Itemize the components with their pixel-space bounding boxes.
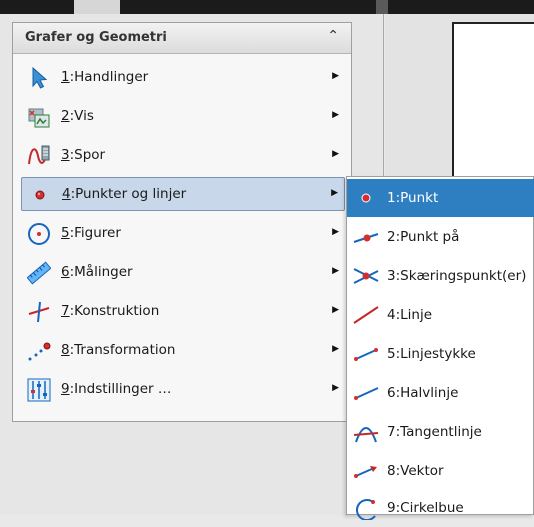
submenu-arrow-icon: ▶ xyxy=(332,305,339,315)
submenu-arrow-icon: ▶ xyxy=(332,71,339,81)
menu-item-spor[interactable]: 3:Spor ▶ xyxy=(21,139,345,173)
top-strip xyxy=(0,0,534,14)
points-lines-submenu: 1:Punkt 2:Punkt på 3:Skæringspunkt(er) 4… xyxy=(346,176,534,521)
submenu-item-punkt-pa[interactable]: 2:Punkt på xyxy=(347,218,534,256)
top-strip-scroll xyxy=(376,0,388,14)
trace-icon xyxy=(27,144,51,168)
menu-item-punkter-og-linjer[interactable]: 4:Punkter og linjer ▶ xyxy=(21,177,345,211)
top-strip-tab xyxy=(74,0,120,14)
submenu-item-label: 5:Linjestykke xyxy=(387,346,476,362)
submenu-item-label: 8:Vektor xyxy=(387,463,444,479)
view-icon xyxy=(27,105,51,129)
menu-item-label: 4:Punkter og linjer xyxy=(62,186,187,202)
point-on-icon xyxy=(353,225,379,249)
tangent-icon xyxy=(353,420,379,444)
line-icon xyxy=(353,303,379,327)
submenu-arrow-icon: ▶ xyxy=(332,383,339,393)
circle-shape-icon xyxy=(27,222,51,246)
ray-icon xyxy=(353,381,379,405)
submenu-item-halvlinje[interactable]: 6:Halvlinje xyxy=(347,374,534,412)
construction-icon xyxy=(27,300,51,324)
menu-item-malinger[interactable]: 6:Målinger ▶ xyxy=(21,256,345,290)
collapse-icon[interactable]: ⌃ xyxy=(327,28,339,44)
pointer-arrow-icon xyxy=(27,66,51,90)
segment-icon xyxy=(353,342,379,366)
submenu-item-cirkelbue[interactable]: 9:Cirkelbue xyxy=(347,489,534,527)
submenu-arrow-icon: ▶ xyxy=(331,188,338,198)
menu-item-label: 3:Spor xyxy=(61,147,106,163)
menu-item-figurer[interactable]: 5:Figurer ▶ xyxy=(21,217,345,251)
submenu-arrow-icon: ▶ xyxy=(332,149,339,159)
menu-title: Grafer og Geometri xyxy=(25,30,167,45)
submenu-arrow-icon: ▶ xyxy=(332,227,339,237)
point-icon xyxy=(28,183,52,207)
submenu-item-linjestykke[interactable]: 5:Linjestykke xyxy=(347,335,534,373)
graph-canvas[interactable] xyxy=(452,22,534,182)
menu-item-vis[interactable]: 2:Vis ▶ xyxy=(21,100,345,134)
menu-item-transformation[interactable]: 8:Transformation ▶ xyxy=(21,334,345,368)
menu-item-label: 9:Indstillinger … xyxy=(61,381,172,397)
transformation-icon xyxy=(27,339,51,363)
submenu-arrow-icon: ▶ xyxy=(332,110,339,120)
arc-icon xyxy=(353,496,379,521)
submenu-item-label: 2:Punkt på xyxy=(387,229,460,245)
submenu-item-punkt[interactable]: 1:Punkt xyxy=(347,179,534,217)
menu-item-label: 2:Vis xyxy=(61,108,94,124)
submenu-arrow-icon: ▶ xyxy=(332,266,339,276)
menu-item-label: 7:Konstruktion xyxy=(61,303,160,319)
submenu-item-label: 4:Linje xyxy=(387,307,433,323)
ruler-icon xyxy=(26,261,52,285)
submenu-item-label: 7:Tangentlinje xyxy=(387,424,482,440)
menu-item-indstillinger[interactable]: 9:Indstillinger … ▶ xyxy=(21,373,345,407)
menu-item-label: 6:Målinger xyxy=(61,264,133,280)
tools-menu: Grafer og Geometri ⌃ 1:Handlinger ▶ 2:Vi… xyxy=(12,22,352,422)
point-icon xyxy=(353,186,379,210)
menu-item-label: 5:Figurer xyxy=(61,225,121,241)
submenu-item-label: 1:Punkt xyxy=(387,190,439,206)
submenu-item-linje[interactable]: 4:Linje xyxy=(347,296,534,334)
submenu-item-label: 3:Skæringspunkt(er) xyxy=(387,268,527,284)
submenu-item-vektor[interactable]: 8:Vektor xyxy=(347,452,534,490)
intersection-icon xyxy=(353,264,379,288)
menu-item-label: 8:Transformation xyxy=(61,342,176,358)
menu-header[interactable]: Grafer og Geometri ⌃ xyxy=(13,23,351,54)
settings-sliders-icon xyxy=(27,378,51,402)
menu-item-konstruktion[interactable]: 7:Konstruktion ▶ xyxy=(21,295,345,329)
submenu-item-label: 6:Halvlinje xyxy=(387,385,459,401)
submenu-arrow-icon: ▶ xyxy=(332,344,339,354)
submenu-item-skaeringspunkt[interactable]: 3:Skæringspunkt(er) xyxy=(347,257,534,295)
submenu-item-label: 9:Cirkelbue xyxy=(387,500,464,516)
vector-icon xyxy=(353,459,379,483)
menu-item-handlinger[interactable]: 1:Handlinger ▶ xyxy=(21,61,345,95)
menu-item-label: 1:Handlinger xyxy=(61,69,149,85)
submenu-item-tangentlinje[interactable]: 7:Tangentlinje xyxy=(347,413,534,451)
